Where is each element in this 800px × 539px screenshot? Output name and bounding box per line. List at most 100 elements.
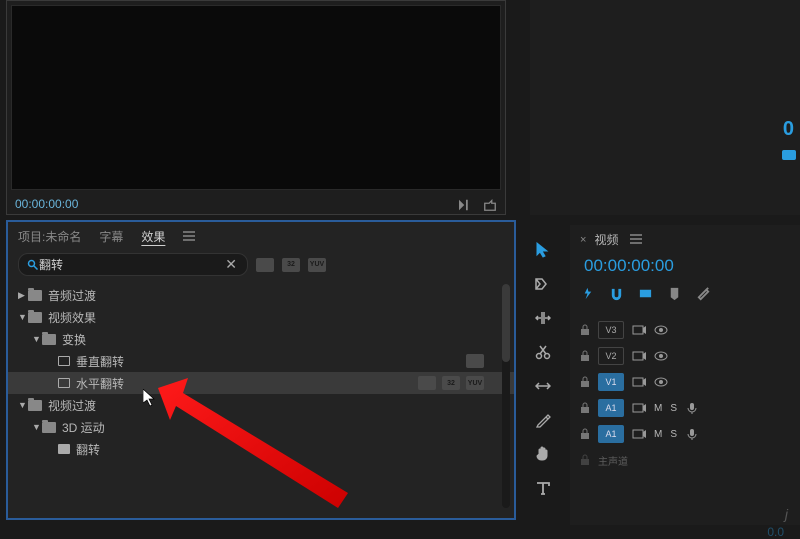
mute-button[interactable]: M: [654, 429, 662, 440]
no-sequence-icon: ×: [580, 234, 586, 246]
tree-transform[interactable]: ▼ 变换: [8, 328, 514, 350]
track-output-icon[interactable]: [632, 324, 646, 336]
track-output-icon[interactable]: [632, 428, 646, 440]
magnet-icon[interactable]: [609, 286, 624, 301]
tree-horizontal-flip[interactable]: 水平翻转 32 YUV: [8, 372, 514, 394]
razor-tool[interactable]: [533, 342, 553, 362]
pen-tool[interactable]: [533, 410, 553, 430]
chevron-down-icon: ▼: [32, 334, 42, 344]
effect-filter-badges: 32 YUV: [256, 258, 326, 272]
tab-project[interactable]: 项目:未命名: [18, 228, 81, 245]
effects-search-box[interactable]: ✕: [18, 253, 248, 276]
lock-icon[interactable]: [580, 402, 590, 414]
track-output-icon[interactable]: [632, 402, 646, 414]
tree-vertical-flip[interactable]: 垂直翻转: [8, 350, 514, 372]
clear-search-icon[interactable]: ✕: [223, 256, 239, 273]
snap-icon[interactable]: [580, 286, 595, 301]
tab-effects[interactable]: 效果: [141, 228, 165, 245]
tree-label: 翻转: [76, 441, 100, 458]
timeline-toolstrip: [525, 230, 561, 520]
mic-icon[interactable]: [685, 402, 699, 414]
export-frame-icon[interactable]: [483, 199, 497, 211]
eye-icon[interactable]: [654, 350, 668, 362]
track-select-tool[interactable]: [533, 274, 553, 294]
track-a1b[interactable]: A1 M S: [570, 421, 800, 447]
track-label[interactable]: A1: [598, 399, 624, 417]
solo-button[interactable]: S: [670, 429, 677, 440]
tab-captions[interactable]: 字幕: [99, 228, 123, 245]
track-master[interactable]: 主声道 0.0: [570, 447, 800, 473]
track-output-icon[interactable]: [632, 376, 646, 388]
track-v3[interactable]: V3: [570, 317, 800, 343]
tree-label: 视频效果: [48, 309, 96, 326]
solo-button[interactable]: S: [670, 403, 677, 414]
panel-menu-icon[interactable]: [183, 230, 197, 244]
scroll-thumb[interactable]: [502, 284, 510, 362]
accelerated-badge[interactable]: [256, 258, 274, 272]
search-input[interactable]: [39, 258, 223, 272]
tree-label: 变换: [62, 331, 86, 348]
folder-icon: [42, 422, 56, 433]
lock-icon[interactable]: [580, 324, 590, 336]
mute-button[interactable]: M: [654, 403, 662, 414]
yuv-badge: YUV: [466, 376, 484, 390]
ripple-edit-tool[interactable]: [533, 308, 553, 328]
track-v2[interactable]: V2: [570, 343, 800, 369]
lock-icon[interactable]: [580, 376, 590, 388]
settings-icon[interactable]: [696, 286, 711, 301]
linked-selection-icon[interactable]: [638, 286, 653, 301]
folder-icon: [42, 334, 56, 345]
effects-tree: ▶ 音频过渡 ▼ 视频效果 ▼ 变换 垂直翻转 水平翻转 32: [8, 280, 514, 464]
yuv-badge[interactable]: YUV: [308, 258, 326, 272]
chevron-down-icon: ▼: [32, 422, 42, 432]
in-out-marker: [782, 150, 796, 160]
track-label[interactable]: A1: [598, 425, 624, 443]
panel-menu-icon[interactable]: [630, 233, 642, 247]
tree-video-transitions[interactable]: ▼ 视频过渡: [8, 394, 514, 416]
marker-icon[interactable]: [667, 286, 682, 301]
32bit-badge: 32: [442, 376, 460, 390]
slip-tool[interactable]: [533, 376, 553, 396]
tree-label: 音频过渡: [48, 287, 96, 304]
tree-label: 视频过渡: [48, 397, 96, 414]
lock-icon[interactable]: [580, 350, 590, 362]
lock-icon[interactable]: [580, 428, 590, 440]
track-label[interactable]: V1: [598, 373, 624, 391]
timeline-toolbar: [570, 284, 800, 311]
effects-panel: 项目:未命名 字幕 效果 ✕ 32 YUV ▶ 音频过渡 ▼ 视频效果: [6, 220, 516, 520]
folder-icon: [28, 312, 42, 323]
tree-scrollbar[interactable]: [502, 284, 510, 508]
chevron-down-icon: ▼: [18, 400, 28, 410]
timeline-timecode[interactable]: 00:00:00:00: [570, 254, 800, 284]
track-label[interactable]: V3: [598, 321, 624, 339]
track-label[interactable]: V2: [598, 347, 624, 365]
source-monitor-panel: 00:00:00:00: [6, 0, 506, 215]
track-v1[interactable]: V1: [570, 369, 800, 395]
play-stop-icon[interactable]: [459, 199, 473, 211]
hand-tool[interactable]: [533, 444, 553, 464]
mic-icon[interactable]: [685, 428, 699, 440]
chevron-down-icon: ▼: [18, 312, 28, 322]
selection-tool[interactable]: [533, 240, 553, 260]
type-tool[interactable]: [533, 478, 553, 498]
monitor-timecode[interactable]: 00:00:00:00: [15, 197, 78, 211]
lock-icon[interactable]: [580, 454, 590, 466]
tree-flip-transition[interactable]: 翻转: [8, 438, 514, 460]
track-a1[interactable]: A1 M S: [570, 395, 800, 421]
tree-audio-transitions[interactable]: ▶ 音频过渡: [8, 284, 514, 306]
watermark: j: [785, 506, 788, 522]
accelerated-badge: [418, 376, 436, 390]
32bit-badge[interactable]: 32: [282, 258, 300, 272]
tree-3d-motion[interactable]: ▼ 3D 运动: [8, 416, 514, 438]
audio-level: 0.0: [767, 525, 784, 539]
timeline-tab[interactable]: 视频: [594, 231, 618, 248]
eye-icon[interactable]: [654, 376, 668, 388]
track-headers: V3 V2 V1 A1 M S A1 M: [570, 311, 800, 479]
tree-label: 垂直翻转: [76, 353, 124, 370]
eye-icon[interactable]: [654, 324, 668, 336]
tree-video-effects[interactable]: ▼ 视频效果: [8, 306, 514, 328]
timeline-panel: × 视频 00:00:00:00 V3 V2 V1: [570, 225, 800, 525]
track-output-icon[interactable]: [632, 350, 646, 362]
monitor-viewport[interactable]: [11, 5, 501, 190]
folder-icon: [28, 400, 42, 411]
